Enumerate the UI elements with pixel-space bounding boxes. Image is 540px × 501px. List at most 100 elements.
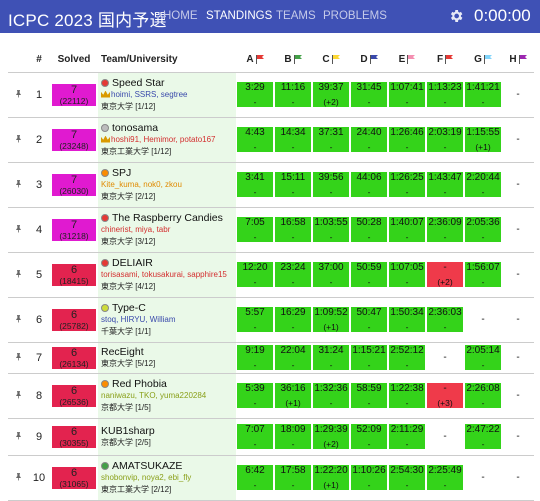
pin-cell[interactable] (8, 252, 28, 298)
pin-icon[interactable] (14, 133, 23, 144)
problem-cell: 23:24 - (274, 252, 312, 298)
status-dot-icon (101, 78, 109, 87)
pin-icon[interactable] (14, 471, 23, 482)
rank-cell: 1 (28, 72, 50, 118)
team-cell[interactable]: Type-C stoq, HIRYU, William 千葉大学 [1/1] (98, 297, 236, 343)
team-cell[interactable]: DELIAIR torisasami, tokusakurai, sapphire… (98, 252, 236, 298)
problem-h-header[interactable]: H (502, 48, 534, 73)
team-cell[interactable]: KUB1sharp 京都大学 [2/5] (98, 418, 236, 456)
team-cell[interactable]: Speed Star hoimi, SSRS, segtree 東京大学 [1/12… (98, 72, 236, 118)
rank-header: # (28, 48, 50, 73)
pin-icon[interactable] (14, 223, 23, 234)
team-name[interactable]: AMATSUKAZE (112, 460, 182, 472)
contest-clock: 0:00:00 (474, 6, 531, 25)
flag-icon (293, 55, 302, 65)
flag-icon (483, 55, 492, 65)
team-name[interactable]: The Raspberry Candies (112, 212, 223, 224)
problem-time: - (443, 383, 447, 394)
problem-cell: 2:54:30 - (388, 455, 426, 501)
pin-cell[interactable] (8, 207, 28, 253)
problem-cell: 7:05 - (236, 207, 274, 253)
problem-c-header[interactable]: C (312, 48, 350, 73)
problem-attempts: - (367, 398, 371, 408)
solved-count: 6 (70, 466, 78, 479)
pin-icon[interactable] (14, 268, 23, 279)
team-cell[interactable]: SPJ Kite_kuma, nok0, zkou 東京大学 [2/12] (98, 162, 236, 208)
problem-attempts: (+1) (323, 322, 339, 332)
pin-cell[interactable] (8, 162, 28, 208)
problem-d-header[interactable]: D (350, 48, 388, 73)
pin-icon[interactable] (14, 178, 23, 189)
team-name[interactable]: Type-C (112, 302, 146, 314)
solved-count: 7 (70, 83, 78, 96)
problem-a-header[interactable]: A (236, 48, 274, 73)
problem-attempts: - (367, 322, 371, 332)
problem-e-header[interactable]: E (388, 48, 426, 73)
team-name[interactable]: Red Phobia (112, 378, 167, 390)
team-cell[interactable]: AMATSUKAZE shobonvip, noya2, ebi_fly 東京工業大… (98, 455, 236, 501)
pin-cell[interactable] (8, 455, 28, 501)
team-cell[interactable]: RecEight 東京大学 [5/12] (98, 342, 236, 374)
team-name[interactable]: Speed Star (112, 77, 165, 89)
solved-count: 7 (70, 128, 78, 141)
settings-gear-icon[interactable] (448, 8, 464, 24)
problem-cell: 3:41 - (236, 162, 274, 208)
problem-time: - (516, 314, 520, 325)
problem-time: 37:00 (318, 262, 344, 273)
problem-time: 16:29 (280, 307, 306, 318)
nav-standings[interactable]: STANDINGS (206, 10, 272, 22)
nav-teams[interactable]: TEAMS (276, 10, 316, 22)
problem-cell: 1:26:46 - (388, 117, 426, 163)
pin-icon[interactable] (14, 430, 23, 441)
problem-attempts: - (253, 232, 257, 242)
pin-cell[interactable] (8, 373, 28, 419)
problem-cell: 1:32:36 - (312, 373, 350, 419)
table-row: 4 7 (31218) The Raspberry Candies chinerist,… (8, 207, 534, 253)
problem-f-header[interactable]: F (426, 48, 464, 73)
team-members: hoimi, SSRS, segtree (111, 89, 188, 99)
pin-cell[interactable] (8, 72, 28, 118)
solved-count: 6 (70, 346, 78, 359)
pin-cell[interactable] (8, 117, 28, 163)
team-name[interactable]: SPJ (112, 167, 131, 179)
problem-cell: 1:09:52 (+1) (312, 297, 350, 343)
problem-cell: 2:05:14 - (464, 342, 502, 374)
team-cell[interactable]: The Raspberry Candies chinerist, miya, ta… (98, 207, 236, 253)
team-name[interactable]: DELIAIR (112, 257, 153, 269)
pin-cell[interactable] (8, 342, 28, 374)
pin-icon[interactable] (14, 313, 23, 324)
nav-problems[interactable]: PROBLEMS (323, 10, 387, 22)
problem-cell: 44:06 - (350, 162, 388, 208)
team-name[interactable]: RecEight (101, 346, 144, 358)
pin-cell[interactable] (8, 297, 28, 343)
problem-time: 23:24 (280, 262, 306, 273)
team-name[interactable]: KUB1sharp (101, 425, 155, 437)
table-row: 2 7 (23248) tonosama hoshi91, Hemimor, potat… (8, 117, 534, 163)
problem-time: 2:05:14 (466, 345, 500, 356)
problem-time: - (516, 179, 520, 190)
problem-time: 16:58 (280, 217, 306, 228)
problem-cell: - (502, 418, 534, 456)
pin-icon[interactable] (14, 88, 23, 99)
problem-time: 22:04 (280, 345, 306, 356)
team-cell[interactable]: tonosama hoshi91, Hemimor, potato167 東京工業大… (98, 117, 236, 163)
pin-icon[interactable] (14, 389, 23, 400)
problem-cell: 1:22:20 (+1) (312, 455, 350, 501)
problem-time: 2:36:09 (428, 217, 462, 228)
solved-cell: 6 (26536) (50, 373, 98, 419)
nav-home[interactable]: HOME (163, 10, 198, 22)
team-cell[interactable]: Red Phobia naniwazu, TKO, yuma220284 京都大学 … (98, 373, 236, 419)
problem-attempts: - (367, 142, 371, 152)
team-name[interactable]: tonosama (112, 122, 158, 134)
pin-icon[interactable] (14, 351, 23, 362)
penalty-total: (31218) (59, 230, 89, 241)
table-row: 7 6 (26134) RecEight 東京大学 [5/12] 9:19-22:04-3… (8, 342, 534, 374)
problem-time: - (481, 314, 485, 325)
problem-attempts: - (253, 480, 257, 490)
problem-g-header[interactable]: G (464, 48, 502, 73)
flag-icon (369, 55, 378, 65)
problem-b-header[interactable]: B (274, 48, 312, 73)
problem-attempts: (+2) (437, 277, 453, 287)
problem-time: 58:59 (356, 383, 382, 394)
pin-cell[interactable] (8, 418, 28, 456)
